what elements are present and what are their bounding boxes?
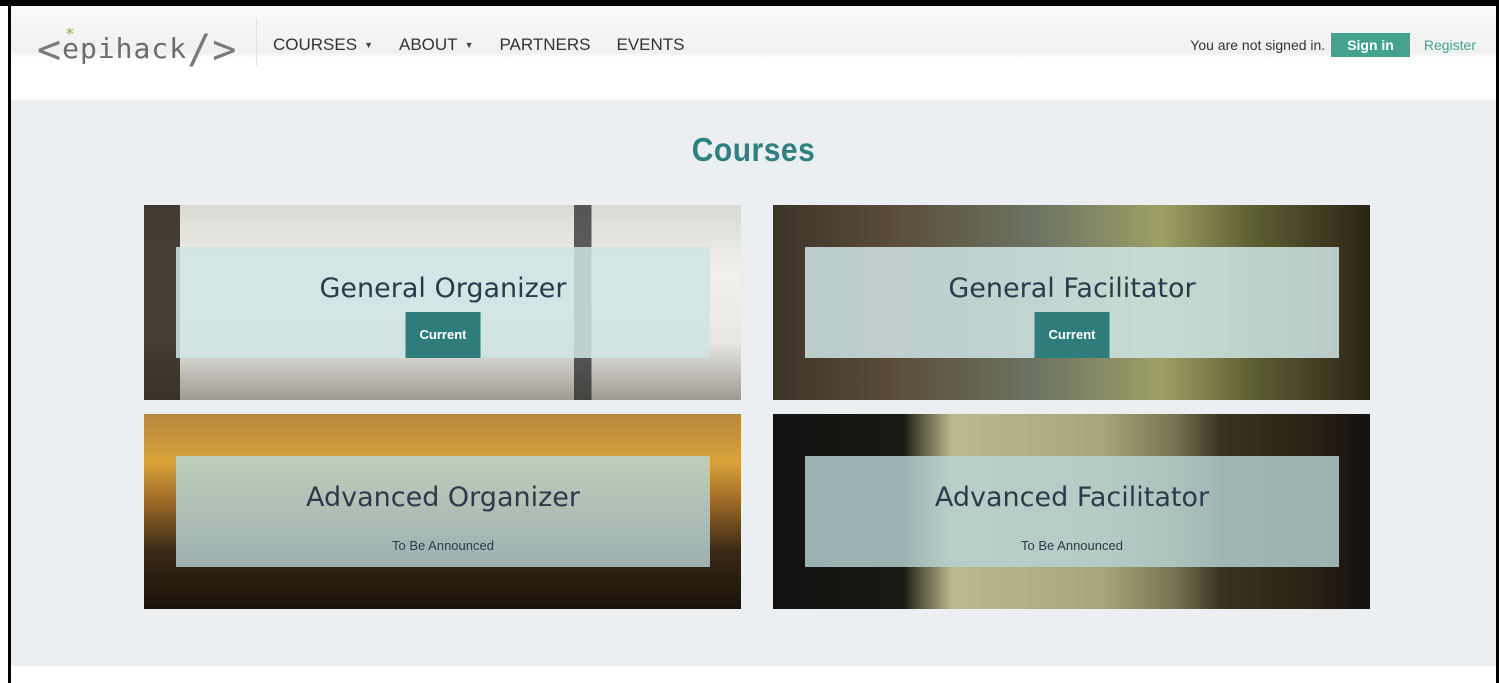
caret-down-icon: ▼ xyxy=(364,40,373,50)
navbar: <epihack/> * COURSES ▼ ABOUT ▼ PARTNERS … xyxy=(11,6,1496,90)
nav-item-label: ABOUT xyxy=(399,35,458,54)
course-card-advanced-facilitator[interactable]: Advanced Facilitator To Be Announced xyxy=(773,414,1370,609)
course-card-overlay: General Facilitator Current xyxy=(805,247,1339,358)
current-badge-button[interactable]: Current xyxy=(1034,312,1110,358)
course-card-overlay: General Organizer Current xyxy=(176,247,710,358)
nav-item-courses[interactable]: COURSES ▼ xyxy=(273,35,387,55)
logo-star-icon: * xyxy=(65,24,75,43)
logo-text: epihack xyxy=(62,32,188,65)
course-card-general-facilitator[interactable]: General Facilitator Current xyxy=(773,205,1370,400)
nav-item-about[interactable]: ABOUT ▼ xyxy=(399,35,487,55)
caret-down-icon: ▼ xyxy=(464,40,474,50)
course-card-general-organizer[interactable]: General Organizer Current xyxy=(144,205,741,400)
current-badge-button[interactable]: Current xyxy=(405,312,481,358)
courses-section: Courses General Organizer Current Genera… xyxy=(11,100,1496,666)
course-title: Advanced Organizer xyxy=(305,482,580,513)
logo-left-chevron-icon: < xyxy=(37,27,63,73)
logo-right-slash-icon: /> xyxy=(187,27,238,73)
course-card-advanced-organizer[interactable]: Advanced Organizer To Be Announced xyxy=(144,414,741,609)
main-nav: COURSES ▼ ABOUT ▼ PARTNERS EVENTS xyxy=(273,35,711,55)
page-title: Courses xyxy=(691,132,816,169)
auth-area: You are not signed in. Sign in Register xyxy=(1190,33,1476,57)
nav-item-label: COURSES xyxy=(273,35,358,54)
signed-out-status: You are not signed in. xyxy=(1190,37,1326,53)
nav-item-label: EVENTS xyxy=(616,35,685,54)
course-card-overlay: Advanced Organizer To Be Announced xyxy=(176,456,710,567)
course-status: To Be Announced xyxy=(1021,538,1123,553)
course-title: General Organizer xyxy=(319,273,567,304)
nav-item-partners[interactable]: PARTNERS xyxy=(499,35,604,55)
course-status: To Be Announced xyxy=(392,538,494,553)
nav-item-label: PARTNERS xyxy=(499,35,591,54)
course-card-overlay: Advanced Facilitator To Be Announced xyxy=(805,456,1339,567)
course-title: General Facilitator xyxy=(948,273,1196,304)
nav-divider xyxy=(256,18,257,66)
nav-item-events[interactable]: EVENTS xyxy=(617,35,699,55)
sign-in-button[interactable]: Sign in xyxy=(1331,33,1410,57)
epihack-logo[interactable]: <epihack/> * xyxy=(37,16,237,76)
register-link[interactable]: Register xyxy=(1424,37,1476,53)
course-title: Advanced Facilitator xyxy=(934,482,1210,513)
